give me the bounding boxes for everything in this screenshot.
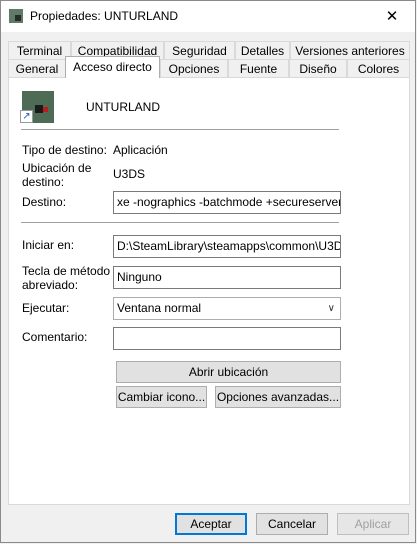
ok-button[interactable]: Aceptar	[175, 513, 247, 535]
target-type-value: Aplicación	[113, 143, 168, 157]
window-title: Propiedades: UNTURLAND	[30, 9, 179, 23]
hotkey-field[interactable]: Ninguno	[113, 266, 341, 289]
comment-field[interactable]	[113, 327, 341, 350]
run-select[interactable]: Ventana normal ∨	[113, 297, 341, 320]
properties-window: Propiedades: UNTURLAND ✕ Terminal Compat…	[0, 0, 416, 543]
tab-opciones[interactable]: Opciones	[160, 59, 228, 78]
change-icon-button[interactable]: Cambiar icono...	[116, 386, 207, 408]
tab-terminal[interactable]: Terminal	[8, 41, 71, 60]
apply-button[interactable]: Aplicar	[337, 513, 409, 535]
tab-colores[interactable]: Colores	[347, 59, 410, 78]
tab-general[interactable]: General	[8, 59, 66, 78]
target-field[interactable]: xe -nographics -batchmode +secureserver/…	[113, 191, 341, 214]
close-icon: ✕	[385, 8, 399, 25]
title-bar: Propiedades: UNTURLAND ✕	[1, 1, 415, 32]
run-select-value: Ventana normal	[117, 301, 202, 315]
start-in-label: Iniciar en:	[22, 238, 75, 252]
chevron-down-icon: ∨	[327, 303, 335, 314]
tab-detalles[interactable]: Detalles	[235, 41, 290, 60]
hotkey-label: Tecla de método abreviado:	[22, 264, 111, 292]
cancel-button[interactable]: Cancelar	[256, 513, 328, 535]
tab-versiones-anteriores[interactable]: Versiones anteriores	[290, 41, 410, 60]
shortcut-arrow-icon: ↗	[20, 110, 33, 123]
comment-label: Comentario:	[22, 330, 88, 344]
target-location-label: Ubicación de destino:	[22, 161, 92, 189]
tab-seguridad[interactable]: Seguridad	[164, 41, 235, 60]
target-label: Destino:	[22, 195, 67, 209]
shortcut-icon: ↗	[20, 91, 54, 123]
close-button[interactable]: ✕	[369, 1, 415, 32]
target-type-label: Tipo de destino:	[22, 143, 107, 157]
tab-diseno[interactable]: Diseño	[289, 59, 347, 78]
shortcut-name: UNTURLAND	[86, 100, 161, 114]
advanced-options-button[interactable]: Opciones avanzadas...	[215, 386, 341, 408]
separator	[21, 222, 339, 223]
run-label: Ejecutar:	[22, 301, 70, 315]
target-location-value: U3DS	[113, 167, 146, 181]
open-location-button[interactable]: Abrir ubicación	[116, 361, 341, 383]
tab-acceso-directo[interactable]: Acceso directo	[65, 56, 160, 78]
separator	[21, 129, 339, 130]
app-icon	[9, 9, 23, 23]
start-in-field[interactable]: D:\SteamLibrary\steamapps\common\U3DS	[113, 235, 341, 258]
tab-fuente[interactable]: Fuente	[228, 59, 289, 78]
shortcut-panel: ↗ UNTURLAND Tipo de destino: Aplicación …	[8, 77, 410, 505]
